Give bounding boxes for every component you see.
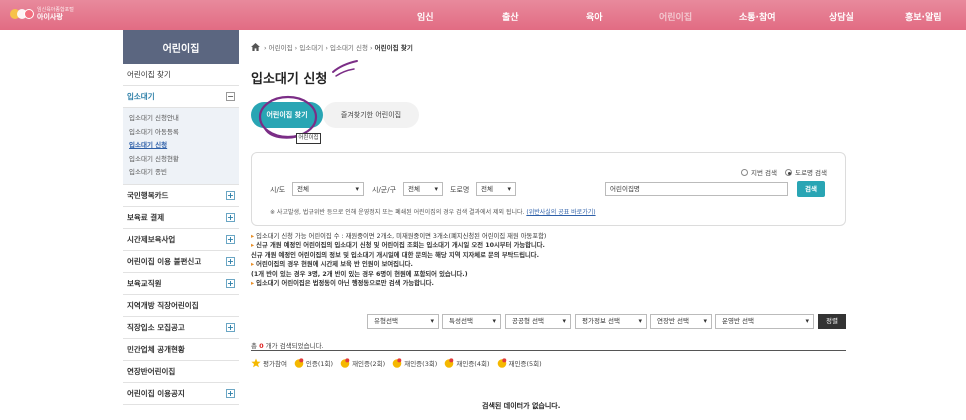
menu-item-community[interactable]: 소통·참여 <box>739 10 776 23</box>
tab-favorite-daycare[interactable]: 즐겨찾기한 어린이집 <box>323 102 419 128</box>
breadcrumb-item[interactable]: 입소대기 신청 <box>330 44 368 52</box>
legend-item: 재인증(5회) <box>497 358 542 368</box>
expand-icon[interactable]: + <box>226 212 235 222</box>
submenu-item-register[interactable]: 입소대기 아동등록 <box>129 126 239 140</box>
info-line: ▸ 어린이집의 경우 현원에 시간제 보육 반 인원이 보여집니다. <box>251 261 413 269</box>
info-notes: ▸ 입소대기 신청 가능 어린이집 수 : 재원중이면 2개소, 미재원중이면 3… <box>251 232 546 288</box>
search-button[interactable]: 검색 <box>797 181 825 197</box>
sort-button[interactable]: 정렬 <box>818 314 846 329</box>
sidebar-item-find-daycare[interactable]: 어린이집 찾기 <box>123 64 239 86</box>
menu-item-promotion[interactable]: 홍보·알림 <box>905 10 942 23</box>
doro-select[interactable]: 전체 <box>476 182 516 196</box>
submenu-item-guide[interactable]: 입소대기 신청안내 <box>129 112 239 126</box>
menu-item-birth[interactable]: 출산 <box>502 10 519 23</box>
sigungu-label: 시/군/구 <box>372 186 397 194</box>
search-panel: 지번 검색 도로명 검색 시/도 전체 시/군/구 전체 도로명 전체 어린이집… <box>251 152 846 226</box>
info-line: 신규 개원 예정인 어린이집의 정보 및 입소대기 개시일에 대한 문의는 해당… <box>251 251 539 259</box>
expand-icon[interactable]: + <box>226 388 235 398</box>
certification-badge-icon <box>294 358 304 368</box>
sidebar-item-label: 어린이집 찾기 <box>127 70 171 79</box>
certification-badge-icon <box>497 358 506 368</box>
certification-badge-icon <box>392 358 402 368</box>
menu-item-childcare[interactable]: 육아 <box>586 10 603 23</box>
legend-item: 재인증(3회) <box>392 358 437 368</box>
search-notice: ※ 사고발생, 법규위반 등으로 인해 운영정지 또는 폐쇄된 어린이집의 경우… <box>270 209 596 216</box>
top-navigation: 임신육아종합포털 아이사랑 임신 출산 육아 어린이집 소통·참여 상담실 홍보… <box>0 0 966 30</box>
sidebar-item-happy-card[interactable]: 국민행복카드 + <box>123 185 239 207</box>
sidebar-item-label: 입소대기 <box>127 92 155 101</box>
collapse-icon[interactable]: − <box>226 92 235 101</box>
sidebar-item-workplace-daycare[interactable]: 지역개방 직장어린이집 <box>123 295 239 317</box>
radio-road[interactable]: 도로명 검색 <box>785 167 827 177</box>
submenu-item-status[interactable]: 입소대기 신청현황 <box>129 153 239 167</box>
public-filter-select[interactable]: 공공형 선택 <box>505 314 571 329</box>
info-line: ▸ 신규 개원 예정인 어린이집의 입소대기 신청 및 어린이집 조회는 입소대기… <box>251 242 545 250</box>
certification-legend: 평가참여 인증(1회) 재인증(2회) 재인증(3회) 재인증(4회) 재인증(… <box>251 358 549 368</box>
results-divider <box>251 350 846 351</box>
sidebar-item-waitlist[interactable]: 입소대기 − <box>123 86 239 108</box>
sido-label: 시/도 <box>270 186 286 194</box>
feature-filter-select[interactable]: 특성선택 <box>442 314 501 329</box>
expand-icon[interactable]: + <box>226 256 235 266</box>
sidebar-item-usage-notice[interactable]: 어린이집 이용공지 + <box>123 383 239 405</box>
breadcrumb-item[interactable]: 입소대기 <box>299 44 323 52</box>
info-line: (1개 반이 있는 경우 3명, 2개 반이 있는 경우 6명이 현원에 포함되… <box>251 270 468 278</box>
menu-item-pregnancy[interactable]: 임신 <box>417 10 434 23</box>
submenu-item-end[interactable]: 입소대기 종빈 <box>129 166 239 180</box>
info-line: ▸ 입소대기 어린이집은 법정동이 아닌 행정동으로만 검색 가능합니다. <box>251 280 434 288</box>
radio-jibun[interactable]: 지번 검색 <box>741 167 777 177</box>
sidebar-item-private-status[interactable]: 민간업체 공개현황 <box>123 339 239 361</box>
expand-icon[interactable]: + <box>226 278 235 288</box>
home-icon[interactable] <box>251 43 260 51</box>
operating-class-filter-select[interactable]: 운영반 선택 <box>715 314 814 329</box>
empty-results-message: 검색된 데이터가 없습니다. <box>482 402 561 410</box>
expand-icon[interactable]: + <box>226 190 235 200</box>
legend-item: 재인증(2회) <box>340 358 385 368</box>
breadcrumb-current: 어린이집 찾기 <box>374 44 413 52</box>
sidebar-item-complaint[interactable]: 어린이집 이용 불편신고 + <box>123 251 239 273</box>
legend-item: 재인증(4회) <box>444 358 490 368</box>
certification-badge-icon <box>445 358 454 368</box>
legend-item: 평가참여 <box>251 358 287 368</box>
info-line: ▸ 입소대기 신청 가능 어린이집 수 : 재원중이면 2개소, 미재원중이면 3… <box>251 233 547 240</box>
sidebar-submenu: 입소대기 신청안내 입소대기 아동등록 입소대기 신청 입소대기 신청현황 입소… <box>123 108 239 185</box>
sidebar-item-hourly-care[interactable]: 시간제보육사업 + <box>123 229 239 251</box>
type-filter-select[interactable]: 유형선택 <box>367 314 439 329</box>
evaluation-filter-select[interactable]: 평가정보 선택 <box>575 314 647 329</box>
doro-label: 도로명 <box>450 186 470 194</box>
menu-item-daycare[interactable]: 어린이집 <box>659 10 692 23</box>
main-menu: 임신 출산 육아 어린이집 소통·참여 상담실 홍보·알림 <box>0 10 966 23</box>
annotation-stroke-icon <box>332 60 358 77</box>
certification-badge-icon <box>340 358 350 368</box>
sigungu-select[interactable]: 전체 <box>403 182 443 196</box>
star-icon <box>251 358 261 368</box>
search-type-radios: 지번 검색 도로명 검색 <box>741 167 827 177</box>
legend-item: 인증(1회) <box>294 358 333 368</box>
sidebar-item-extended-daycare[interactable]: 연장반어린이집 <box>123 361 239 383</box>
sidebar-item-fee-payment[interactable]: 보육료 결제 + <box>123 207 239 229</box>
daycare-name-input[interactable]: 어린이집명 <box>605 182 788 196</box>
submenu-item-apply[interactable]: 입소대기 신청 <box>129 139 239 153</box>
tooltip: 어린이집 <box>296 133 321 144</box>
sidebar-item-workplace-notice[interactable]: 직장입소 모집공고 + <box>123 317 239 339</box>
page-title: 입소대기 신청 <box>251 72 328 87</box>
extended-class-filter-select[interactable]: 연장반 선택 <box>650 314 712 329</box>
expand-icon[interactable]: + <box>226 322 235 332</box>
sido-select[interactable]: 전체 <box>292 182 364 196</box>
breadcrumb: › 어린이집 › 입소대기 › 입소대기 신청 › 어린이집 찾기 <box>251 42 413 52</box>
menu-item-counseling[interactable]: 상담실 <box>829 10 854 23</box>
sidebar: 어린이집 어린이집 찾기 입소대기 − 입소대기 신청안내 입소대기 아동등록 … <box>123 30 239 405</box>
violation-link[interactable]: (위반사실의 공표 바로가기) <box>526 209 595 216</box>
sidebar-title: 어린이집 <box>123 30 239 64</box>
breadcrumb-item[interactable]: 어린이집 <box>269 44 293 52</box>
expand-icon[interactable]: + <box>226 234 235 244</box>
sidebar-item-staff[interactable]: 보육교직원 + <box>123 273 239 295</box>
result-count: 총 0 개가 검색되었습니다. <box>251 342 324 350</box>
